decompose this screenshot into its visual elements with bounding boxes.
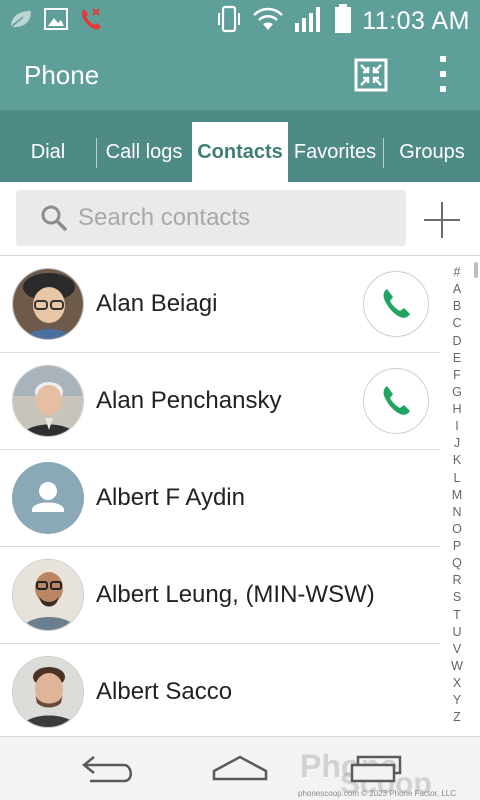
contact-row[interactable]: Albert Leung, (MIN-WSW) <box>0 547 440 644</box>
alpha-letter[interactable]: # <box>454 266 461 279</box>
alpha-letter[interactable]: V <box>453 643 461 656</box>
contact-row[interactable]: Alan Penchansky <box>0 353 440 450</box>
avatar <box>12 268 84 340</box>
overflow-menu-icon <box>440 56 446 62</box>
alpha-letter[interactable]: O <box>452 523 462 536</box>
contact-name: Albert Leung, (MIN-WSW) <box>96 581 375 608</box>
call-button[interactable] <box>363 368 429 434</box>
alpha-letter[interactable]: M <box>452 489 462 502</box>
call-button[interactable] <box>363 271 429 337</box>
home-button[interactable] <box>210 751 270 787</box>
alpha-letter[interactable]: Q <box>452 557 462 570</box>
alpha-letter[interactable]: S <box>453 591 461 604</box>
phone-icon <box>383 289 410 318</box>
battery-icon <box>334 4 352 39</box>
alpha-letter[interactable]: H <box>452 403 461 416</box>
search-box[interactable] <box>16 190 406 246</box>
alpha-letter[interactable]: F <box>453 369 461 382</box>
alpha-letter[interactable]: E <box>453 352 461 365</box>
contact-row[interactable]: Alan Beiagi <box>0 256 440 353</box>
signal-icon <box>294 5 324 38</box>
app-bar: Phone <box>0 38 480 110</box>
fit-screen-icon <box>354 58 388 92</box>
avatar <box>12 559 84 631</box>
alpha-letter[interactable]: N <box>452 506 461 519</box>
alpha-letter[interactable]: J <box>454 437 460 450</box>
alpha-letter[interactable]: P <box>453 540 461 553</box>
alpha-letter[interactable]: Z <box>453 711 461 724</box>
copyright-credit: phonescoop.com © 2023 Phone Factor, LLC <box>298 789 456 798</box>
contact-name: Albert F Aydin <box>96 484 245 511</box>
recent-apps-button[interactable] <box>346 751 406 787</box>
tab-contacts[interactable]: Contacts <box>192 122 288 182</box>
missed-call-icon <box>78 6 104 37</box>
status-bar: 11:03 AM <box>0 0 480 38</box>
contact-row[interactable]: Albert F Aydin <box>0 450 440 547</box>
alpha-letter[interactable]: X <box>453 677 461 690</box>
tab-groups[interactable]: Groups <box>384 122 480 182</box>
alpha-letter[interactable]: U <box>452 626 461 639</box>
scrollbar[interactable] <box>474 262 478 278</box>
alpha-letter[interactable]: Y <box>453 694 461 707</box>
contact-name: Albert Sacco <box>96 678 233 705</box>
recent-apps-icon <box>350 755 402 783</box>
alpha-letter[interactable]: L <box>454 471 461 485</box>
leaf-icon <box>8 8 34 35</box>
tab-bar: Dial Call logs Contacts Favorites Groups <box>0 110 480 182</box>
search-row <box>0 182 480 256</box>
tab-dial[interactable]: Dial <box>0 122 96 182</box>
alpha-letter[interactable]: K <box>453 454 461 467</box>
contact-list: Alan Beiagi Alan Penchansky Albert F Ayd… <box>0 256 480 736</box>
overflow-menu-button[interactable] <box>432 54 454 94</box>
wifi-icon <box>252 6 284 37</box>
alphabet-index[interactable]: # A B C D E F G H I J K L M N O P Q R S … <box>446 266 468 724</box>
alpha-letter[interactable]: A <box>453 283 461 296</box>
alpha-letter[interactable]: W <box>451 660 463 673</box>
contact-name: Alan Penchansky <box>96 387 282 414</box>
plus-icon <box>424 202 460 238</box>
alpha-letter[interactable]: B <box>453 300 461 313</box>
contact-row[interactable]: Albert Sacco <box>0 644 440 736</box>
alpha-letter[interactable]: D <box>452 334 461 348</box>
alpha-letter[interactable]: I <box>455 420 458 433</box>
search-icon <box>41 205 67 231</box>
alpha-letter[interactable]: C <box>452 317 461 330</box>
app-title: Phone <box>24 60 100 90</box>
vibrate-icon <box>216 5 242 38</box>
phone-icon <box>383 386 410 415</box>
status-time: 11:03 AM <box>362 7 470 35</box>
add-contact-button[interactable] <box>420 198 464 242</box>
avatar <box>12 365 84 437</box>
fit-screen-button[interactable] <box>354 58 388 92</box>
back-icon <box>81 756 132 783</box>
tab-call-logs[interactable]: Call logs <box>97 122 191 182</box>
search-input[interactable] <box>78 204 398 232</box>
alpha-letter[interactable]: R <box>452 574 461 587</box>
alpha-letter[interactable]: T <box>453 608 461 622</box>
home-icon <box>212 755 268 781</box>
tab-favorites[interactable]: Favorites <box>288 122 382 182</box>
navigation-bar: Phone Scoop phonescoop.com © 2023 Phone … <box>0 736 480 800</box>
alpha-letter[interactable]: G <box>452 386 462 399</box>
contact-name: Alan Beiagi <box>96 290 218 317</box>
image-icon <box>44 8 68 35</box>
default-avatar-icon <box>12 462 84 534</box>
avatar <box>12 656 84 728</box>
back-button[interactable] <box>80 751 140 787</box>
